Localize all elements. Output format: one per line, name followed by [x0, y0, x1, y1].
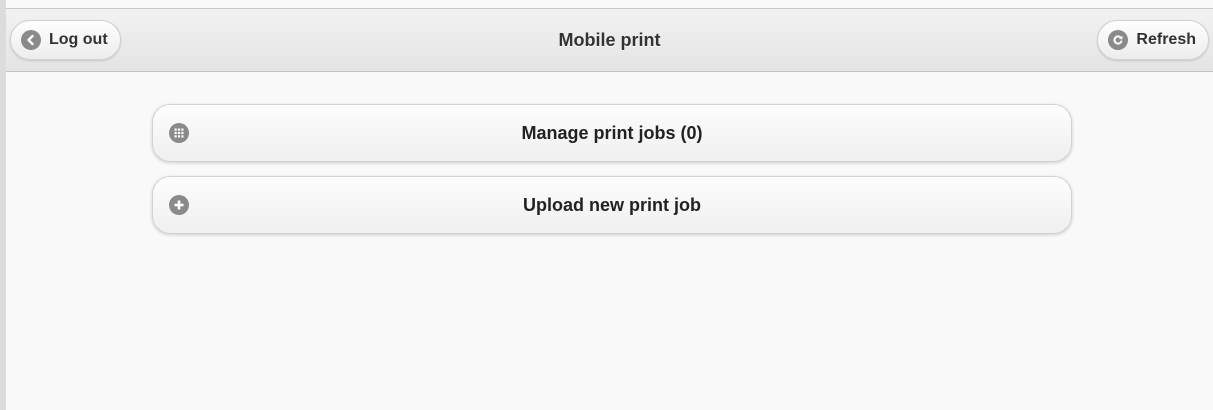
page-title: Mobile print [558, 30, 661, 50]
menu-list: Manage print jobs (0) Upload new print j… [152, 104, 1072, 248]
refresh-label: Refresh [1136, 31, 1196, 48]
grid-icon [169, 123, 189, 143]
upload-print-job-label: Upload new print job [523, 195, 701, 215]
logout-button[interactable]: Log out [10, 20, 121, 60]
logout-label: Log out [49, 31, 108, 48]
header-bar: Mobile print Log out Refresh [6, 8, 1213, 72]
chevron-left-icon [21, 30, 41, 50]
upload-print-job-button[interactable]: Upload new print job [152, 176, 1072, 234]
refresh-button[interactable]: Refresh [1097, 20, 1209, 60]
refresh-icon [1108, 30, 1129, 50]
manage-print-jobs-label: Manage print jobs (0) [521, 123, 703, 143]
plus-icon [169, 195, 189, 215]
manage-print-jobs-button[interactable]: Manage print jobs (0) [152, 104, 1072, 162]
mobile-print-app: Mobile print Log out Refresh Manage prin… [0, 0, 1213, 410]
